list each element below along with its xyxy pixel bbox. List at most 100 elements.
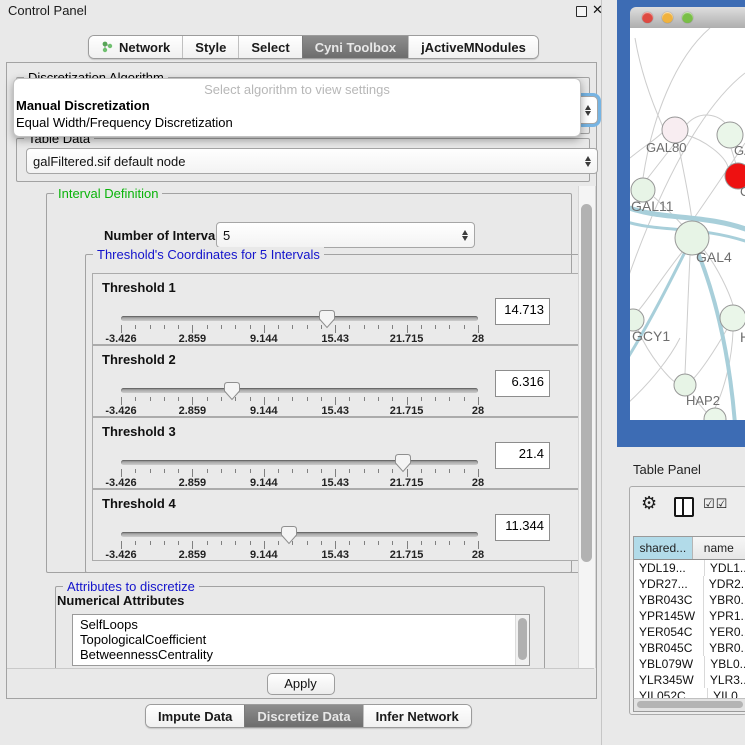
node-table[interactable]: shared...name YDL19...YDL1...YDR27...YDR… [633,536,745,698]
slider-track[interactable] [121,532,478,537]
column-header[interactable]: name [693,537,745,559]
cell-name: YER0... [704,624,745,640]
column-header[interactable]: shared... [634,537,693,559]
cell-name: YBR0... [704,640,745,656]
cell-shared-name: YDL19... [634,560,705,576]
table-row[interactable]: YDL19...YDL1... [634,560,745,576]
cell-shared-name: YDR27... [634,576,704,592]
tab-style[interactable]: Style [182,36,238,58]
node-label: GCY1 [632,328,670,344]
threshold-label: Threshold 1 [102,280,176,295]
list-scrollbar[interactable] [515,615,529,665]
network-graph[interactable]: GAL80GALCGAL11GAL4GCY1HHAP2 [630,28,745,420]
dropdown-hint: Select algorithm to view settings [14,82,580,97]
table-row[interactable]: YPR145WYPR1... [634,608,745,624]
edge-thick[interactable] [630,244,689,364]
cell-shared-name: YBR043C [634,592,704,608]
cell-name: YDL1... [705,560,745,576]
cell-name: YBR0... [704,592,745,608]
threshold-panel: Threshold 3 -3.4262.8599.14415.4321.7152… [92,417,578,489]
node-label: HAP2 [686,393,720,408]
horizontal-scrollbar[interactable] [633,698,745,712]
numerical-attributes-list[interactable]: SelfLoopsTopologicalCoefficientBetweenne… [72,614,530,666]
tab-impute-data[interactable]: Impute Data [146,705,244,727]
threshold-panel: Threshold 1 -3.4262.8599.14415.4321.7152… [92,273,578,345]
section-legend: Interval Definition [54,186,162,201]
threshold-slider[interactable]: -3.4262.8599.14415.4321.71528 [121,454,478,486]
edge[interactable] [685,255,690,374]
threshold-slider[interactable]: -3.4262.8599.14415.4321.71528 [121,382,478,414]
threshold-slider[interactable]: -3.4262.8599.14415.4321.71528 [121,526,478,558]
tab-jactivemnodules[interactable]: jActiveMNodules [408,36,538,58]
slider-track[interactable] [121,316,478,321]
close-icon[interactable]: ✕ [592,2,603,18]
tab-discretize-data[interactable]: Discretize Data [244,705,362,727]
threshold-value-field[interactable]: 6.316 [495,370,550,397]
minimize-traffic-light[interactable] [662,12,673,23]
threshold-panel: Threshold 2 -3.4262.8599.14415.4321.7152… [92,345,578,417]
threshold-value-field[interactable]: 11.344 [495,514,550,541]
slider-ticks [121,541,478,549]
threshold-panel: Threshold 4 -3.4262.8599.14415.4321.7152… [92,489,578,561]
section-legend: Threshold's Coordinates for 5 Intervals [93,247,324,262]
algorithm-dropdown-popup: Select algorithm to view settings Manual… [13,78,581,137]
tab-network[interactable]: Network [89,36,182,58]
scrollbar-thumb[interactable] [581,204,592,562]
network-icon [101,40,113,54]
network-window-titlebar[interactable] [630,7,745,29]
tab-select[interactable]: Select [238,36,301,58]
slider-ticks [121,469,478,477]
table-header-row: shared...name [634,537,745,560]
float-window-icon[interactable] [576,6,587,17]
threshold-value-field[interactable]: 14.713 [495,298,550,325]
checkboxes-icon[interactable]: ☑☑ [703,496,728,512]
network-canvas[interactable]: GAL80GALCGAL11GAL4GCY1HHAP2 [630,28,745,420]
scrollbar-thumb[interactable] [518,618,527,660]
zoom-traffic-light[interactable] [682,12,693,23]
slider-ticks [121,397,478,405]
slider-track[interactable] [121,460,478,465]
table-row[interactable]: YDR27...YDR2... [634,576,745,592]
table-row[interactable]: YBR043CYBR0... [634,592,745,608]
control-panel-titlebar: Control Panel ✕ [0,0,601,20]
node[interactable] [720,305,745,331]
num-intervals-combobox[interactable]: 5 [216,222,475,248]
dropdown-item[interactable]: Equal Width/Frequency Discretization [14,114,580,131]
table-row[interactable]: YIL052CYIL0... [634,688,745,698]
cyni-toolbox-content: Discretization Algorithm Select algorith… [6,62,597,699]
cell-shared-name: YBR045C [634,640,704,656]
combo-arrows-icon [585,105,591,116]
slider-ticks [121,325,478,333]
tab-cyni-toolbox[interactable]: Cyni Toolbox [302,36,408,58]
num-intervals-label: Number of Intervals [104,228,226,243]
table-data-combobox[interactable]: galFiltered.sif default node [26,148,598,174]
list-item[interactable]: TopologicalCoefficient [73,632,516,647]
combo-arrows-icon [585,156,591,167]
list-item[interactable]: BetweennessCentrality [73,647,516,662]
slider-track[interactable] [121,388,478,393]
node[interactable] [704,408,726,420]
table-row[interactable]: YBL079WYBL0... [634,656,745,672]
close-traffic-light[interactable] [642,12,653,23]
panel-title: Control Panel [8,3,87,18]
cell-shared-name: YER054C [634,624,704,640]
columns-icon[interactable] [674,497,694,517]
threshold-slider[interactable]: -3.4262.8599.14415.4321.71528 [121,310,478,342]
network-view-window: GAL80GALCGAL11GAL4GCY1HHAP2 [617,0,745,447]
apply-button[interactable]: Apply [267,673,335,695]
list-item[interactable]: SelfLoops [73,617,516,632]
table-body: YDL19...YDL1...YDR27...YDR2...YBR043CYBR… [634,560,745,698]
vertical-scrollbar[interactable] [578,186,596,668]
dropdown-item[interactable]: Manual Discretization [14,97,580,114]
table-row[interactable]: YER054CYER0... [634,624,745,640]
tab-infer-network[interactable]: Infer Network [363,705,471,727]
threshold-label: Threshold 4 [102,496,176,511]
threshold-value-field[interactable]: 21.4 [495,442,550,469]
scrollbar-thumb[interactable] [637,701,743,708]
table-row[interactable]: YBR045CYBR0... [634,640,745,656]
table-row[interactable]: YLR345WYLR3... [634,672,745,688]
edge[interactable] [630,338,680,403]
node-label: GAL4 [696,249,732,265]
edge[interactable] [687,115,727,125]
gear-icon[interactable]: ⚙ [641,494,657,512]
